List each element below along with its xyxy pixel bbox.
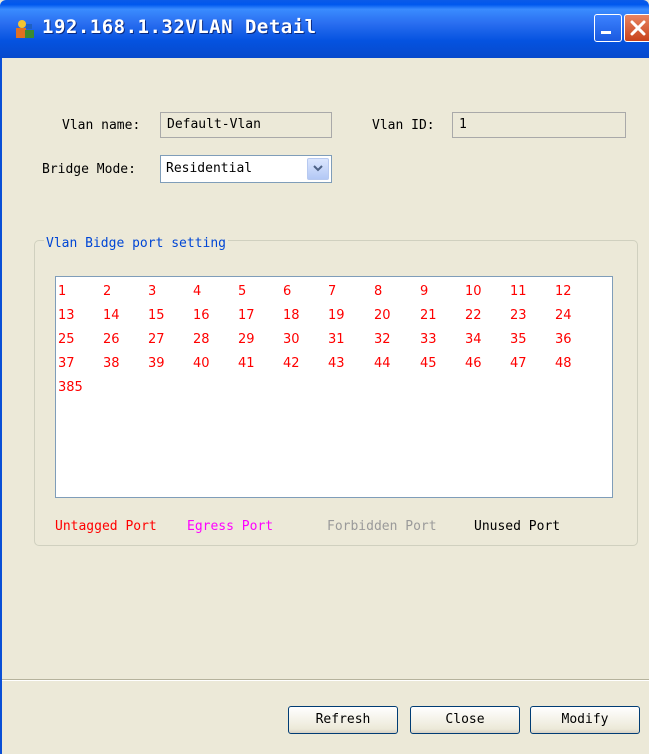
port-item[interactable]: 12 bbox=[555, 284, 572, 299]
port-item[interactable]: 43 bbox=[328, 356, 345, 371]
port-item[interactable]: 16 bbox=[193, 308, 210, 323]
modify-button[interactable]: Modify bbox=[530, 706, 640, 734]
separator-highlight bbox=[2, 680, 649, 681]
port-item[interactable]: 19 bbox=[328, 308, 345, 323]
legend-forbidden: Forbidden Port bbox=[327, 519, 437, 534]
minimize-button[interactable] bbox=[594, 14, 622, 42]
port-item[interactable]: 36 bbox=[555, 332, 572, 347]
port-item[interactable]: 46 bbox=[465, 356, 482, 371]
port-item[interactable]: 20 bbox=[374, 308, 391, 323]
port-item[interactable]: 25 bbox=[58, 332, 75, 347]
port-item[interactable]: 38 bbox=[103, 356, 120, 371]
window-title: 192.168.1.32VLAN Detail bbox=[42, 16, 317, 38]
vlan-name-label: Vlan name: bbox=[62, 118, 141, 133]
bridge-mode-value: Residential bbox=[166, 161, 253, 176]
port-item[interactable]: 9 bbox=[420, 284, 428, 299]
port-item[interactable]: 11 bbox=[510, 284, 527, 299]
port-item[interactable]: 21 bbox=[420, 308, 437, 323]
port-item[interactable]: 28 bbox=[193, 332, 210, 347]
app-icon bbox=[14, 18, 36, 40]
port-item[interactable]: 30 bbox=[283, 332, 300, 347]
bridge-mode-select[interactable]: Residential bbox=[160, 155, 332, 183]
port-item[interactable]: 18 bbox=[283, 308, 300, 323]
refresh-button[interactable]: Refresh bbox=[288, 706, 398, 734]
port-item[interactable]: 2 bbox=[103, 284, 111, 299]
port-item[interactable]: 7 bbox=[328, 284, 336, 299]
port-item[interactable]: 26 bbox=[103, 332, 120, 347]
legend-untagged: Untagged Port bbox=[55, 519, 157, 534]
port-item[interactable]: 14 bbox=[103, 308, 120, 323]
close-window-button[interactable] bbox=[624, 14, 649, 42]
vlan-id-field[interactable]: 1 bbox=[452, 112, 626, 138]
vlan-detail-window: 192.168.1.32VLAN Detail Vlan name: Defau… bbox=[0, 0, 649, 754]
port-item[interactable]: 29 bbox=[238, 332, 255, 347]
port-item[interactable]: 31 bbox=[328, 332, 345, 347]
vlan-name-field[interactable]: Default-Vlan bbox=[160, 112, 332, 138]
port-item[interactable]: 6 bbox=[283, 284, 291, 299]
port-item[interactable]: 41 bbox=[238, 356, 255, 371]
port-item[interactable]: 37 bbox=[58, 356, 75, 371]
port-item[interactable]: 33 bbox=[420, 332, 437, 347]
port-item[interactable]: 35 bbox=[510, 332, 527, 347]
port-item[interactable]: 23 bbox=[510, 308, 527, 323]
port-item[interactable]: 22 bbox=[465, 308, 482, 323]
port-item[interactable]: 48 bbox=[555, 356, 572, 371]
port-item[interactable]: 10 bbox=[465, 284, 482, 299]
port-item[interactable]: 34 bbox=[465, 332, 482, 347]
port-item[interactable]: 40 bbox=[193, 356, 210, 371]
port-item[interactable]: 27 bbox=[148, 332, 165, 347]
legend-unused: Unused Port bbox=[474, 519, 561, 534]
port-item[interactable]: 24 bbox=[555, 308, 572, 323]
port-item[interactable]: 5 bbox=[238, 284, 246, 299]
port-item[interactable]: 45 bbox=[420, 356, 437, 371]
port-item[interactable]: 39 bbox=[148, 356, 165, 371]
dropdown-button[interactable] bbox=[307, 158, 329, 180]
minimize-icon bbox=[601, 31, 611, 34]
port-item[interactable]: 3 bbox=[148, 284, 156, 299]
bridge-mode-label: Bridge Mode: bbox=[42, 162, 136, 177]
port-item[interactable]: 385 bbox=[58, 380, 83, 395]
port-item[interactable]: 13 bbox=[58, 308, 75, 323]
port-item[interactable]: 17 bbox=[238, 308, 255, 323]
title-bar[interactable]: 192.168.1.32VLAN Detail bbox=[0, 0, 649, 58]
legend-egress: Egress Port bbox=[187, 519, 274, 534]
port-list[interactable]: 1 2 3 4 5 6 7 8 9 10 11 12 13 14 15 16 17 18 19 20 21 22 23 24 2… bbox=[55, 276, 613, 498]
port-item[interactable]: 1 bbox=[58, 284, 66, 299]
window-border bbox=[0, 58, 2, 754]
port-item[interactable]: 44 bbox=[374, 356, 391, 371]
port-item[interactable]: 42 bbox=[283, 356, 300, 371]
port-setting-title: Vlan Bidge port setting bbox=[44, 236, 229, 251]
chevron-down-icon bbox=[313, 165, 323, 172]
port-item[interactable]: 32 bbox=[374, 332, 391, 347]
vlan-id-label: Vlan ID: bbox=[372, 118, 435, 133]
close-icon bbox=[630, 20, 646, 36]
port-item[interactable]: 4 bbox=[193, 284, 201, 299]
close-button[interactable]: Close bbox=[410, 706, 520, 734]
port-item[interactable]: 15 bbox=[148, 308, 165, 323]
port-item[interactable]: 47 bbox=[510, 356, 527, 371]
port-item[interactable]: 8 bbox=[374, 284, 382, 299]
